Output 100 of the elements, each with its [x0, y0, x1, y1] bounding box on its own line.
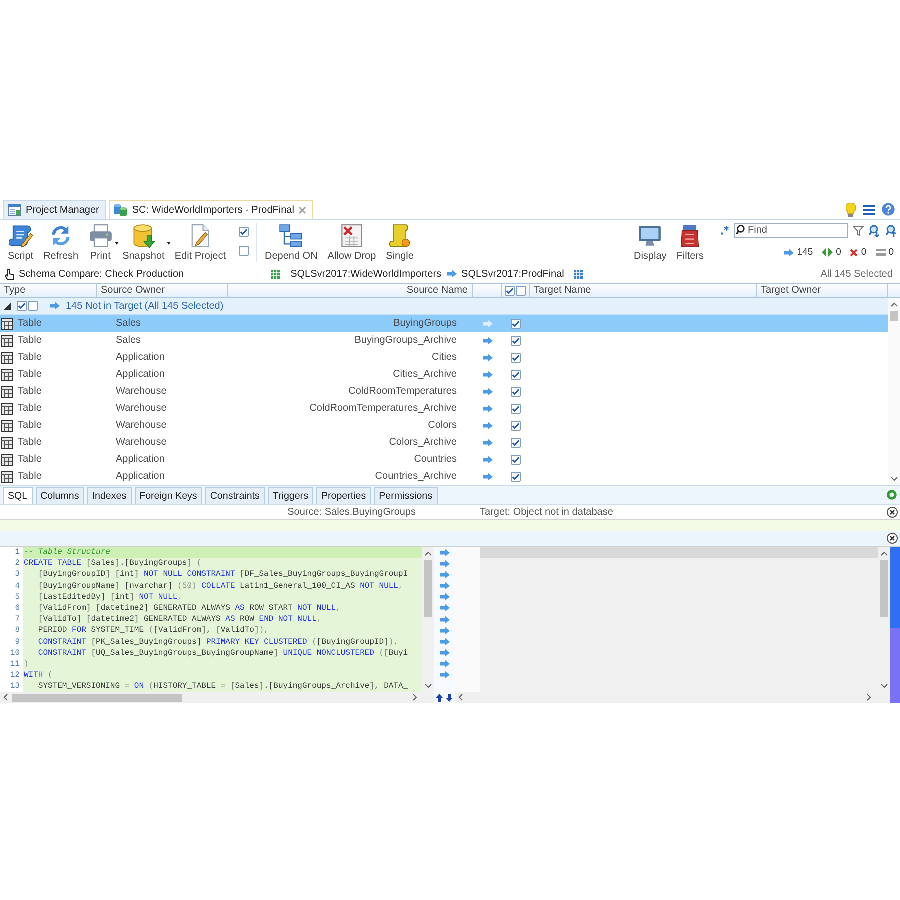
arrow-down-icon[interactable] — [446, 694, 453, 702]
document-tab[interactable]: Project Manager — [3, 200, 106, 219]
chevron-right-icon[interactable] — [412, 694, 418, 701]
lightbulb-icon[interactable] — [846, 202, 856, 216]
source-name: Colors_Archive — [389, 437, 458, 448]
window-grid-icon — [8, 204, 21, 216]
detail-tab[interactable]: Triggers — [268, 487, 314, 504]
close-icon[interactable] — [887, 533, 898, 544]
regex-icon[interactable] — [721, 226, 729, 235]
detail-tab[interactable]: Permissions — [374, 487, 438, 504]
grid-icon — [271, 270, 280, 278]
source-label: Source: Sales.BuyingGroups — [288, 506, 417, 518]
column-header[interactable]: Source Name — [228, 284, 473, 297]
checkbox[interactable] — [511, 472, 521, 482]
source-owner: Application — [115, 352, 166, 363]
collapse-triangle-icon[interactable] — [4, 302, 11, 310]
display-button[interactable]: Display — [630, 220, 671, 265]
column-header[interactable]: Target Name — [530, 284, 757, 297]
line-number: 3 — [14, 569, 21, 581]
filters-button[interactable]: Filters — [672, 220, 708, 265]
close-icon[interactable] — [886, 506, 898, 518]
detail-tab[interactable]: Properties — [316, 487, 372, 504]
table-icon — [1, 402, 13, 414]
chevron-right-icon[interactable] — [866, 694, 872, 701]
print-button[interactable]: Print — [84, 220, 117, 265]
source-database: SQLSvr2017:WideWorldImporters — [290, 268, 442, 280]
arrow-up-icon[interactable] — [436, 694, 443, 702]
ring-icon[interactable] — [887, 490, 897, 500]
chevron-left-icon[interactable] — [3, 694, 9, 701]
chevron-down-icon[interactable] — [880, 683, 888, 689]
checkbox[interactable] — [511, 404, 521, 414]
chevron-up-icon[interactable] — [424, 551, 432, 557]
snapshot-button[interactable]: Snapshot — [118, 220, 169, 265]
source-owner: Application — [115, 471, 166, 482]
chevron-up-icon[interactable] — [880, 551, 888, 557]
checkbox[interactable] — [511, 386, 521, 396]
scrollbar-thumb[interactable] — [424, 560, 432, 617]
table-icon — [1, 368, 13, 380]
search-icon — [736, 225, 745, 235]
checkbox[interactable] — [238, 227, 249, 237]
detail-tab[interactable]: Foreign Keys — [134, 487, 202, 504]
column-header[interactable]: Type — [0, 284, 97, 297]
detail-tab[interactable]: Indexes — [87, 487, 132, 504]
checkbox[interactable] — [511, 352, 521, 362]
checkbox[interactable] — [511, 370, 521, 380]
find-field[interactable]: Find — [734, 223, 848, 238]
table-icon — [1, 318, 13, 330]
chevron-down-icon[interactable] — [890, 476, 898, 482]
checkbox[interactable] — [511, 454, 521, 464]
column-header[interactable]: Target Owner — [757, 284, 888, 297]
help-icon[interactable] — [882, 203, 895, 216]
checkbox[interactable] — [28, 301, 38, 311]
scrollbar-thumb[interactable] — [880, 560, 888, 617]
column-header[interactable]: Source Owner — [97, 284, 228, 297]
depend-on-button[interactable]: Depend ON — [260, 220, 322, 265]
edit-project-button[interactable]: Edit Project — [170, 220, 230, 265]
source-owner: Warehouse — [115, 437, 168, 448]
checkbox[interactable] — [511, 438, 521, 448]
script-button[interactable]: Script — [4, 220, 38, 265]
checkbox[interactable] — [511, 318, 521, 328]
dropdown-caret-icon[interactable] — [166, 242, 171, 245]
chevron-up-icon[interactable] — [890, 302, 898, 308]
object-type: Table — [18, 437, 42, 448]
table-row[interactable]: Table Sales BuyingGroups — [0, 315, 888, 332]
checkbox[interactable] — [505, 286, 515, 296]
document-tab[interactable]: SC: WideWorldImporters - ProdFinal — [109, 200, 314, 219]
scrollbar[interactable] — [888, 298, 900, 485]
filter-icon[interactable] — [853, 226, 864, 236]
scrollbar[interactable] — [455, 692, 890, 703]
scrollbar-thumb[interactable] — [890, 311, 898, 321]
allow-drop-button[interactable]: Allow Drop — [324, 220, 380, 265]
checkbox[interactable] — [511, 336, 521, 346]
scroll-pencil-icon — [8, 224, 33, 248]
menu-icon[interactable] — [863, 204, 875, 214]
dropdown-caret-icon[interactable] — [114, 242, 119, 245]
checkbox[interactable] — [516, 286, 526, 296]
table-icon — [1, 334, 13, 346]
code-line: [BuyingGroupName] [nvarchar] (50) COLLATE Latin1_General_100_CI_AS NOT NULL, — [37, 580, 404, 592]
chevron-left-icon[interactable] — [458, 694, 464, 701]
checkbox[interactable] — [511, 420, 521, 430]
checkbox[interactable] — [238, 246, 249, 256]
scroll-icon — [388, 224, 412, 248]
checkbox[interactable] — [17, 301, 27, 311]
chevron-down-icon[interactable] — [424, 683, 432, 689]
object-type: Table — [18, 386, 42, 397]
detail-tab[interactable]: Columns — [36, 487, 84, 504]
scrollbar-thumb[interactable] — [12, 694, 182, 702]
detail-tab[interactable]: SQL — [3, 487, 33, 504]
refresh-button[interactable]: Refresh — [40, 220, 83, 265]
grid-icon — [574, 270, 584, 278]
scrollbar[interactable] — [422, 547, 434, 692]
source-name: Countries — [414, 454, 458, 465]
source-name: Cities_Archive — [393, 369, 458, 380]
source-name: Colors — [428, 420, 458, 431]
group-row[interactable]: 145 Not in Target (All 145 Selected) — [0, 298, 888, 315]
selection-status: All 145 Selected — [820, 268, 893, 280]
single-button[interactable]: Single — [382, 220, 418, 265]
line-number: 1 — [14, 547, 21, 558]
scrollbar[interactable] — [0, 692, 434, 703]
detail-tab[interactable]: Constraints — [205, 487, 265, 504]
